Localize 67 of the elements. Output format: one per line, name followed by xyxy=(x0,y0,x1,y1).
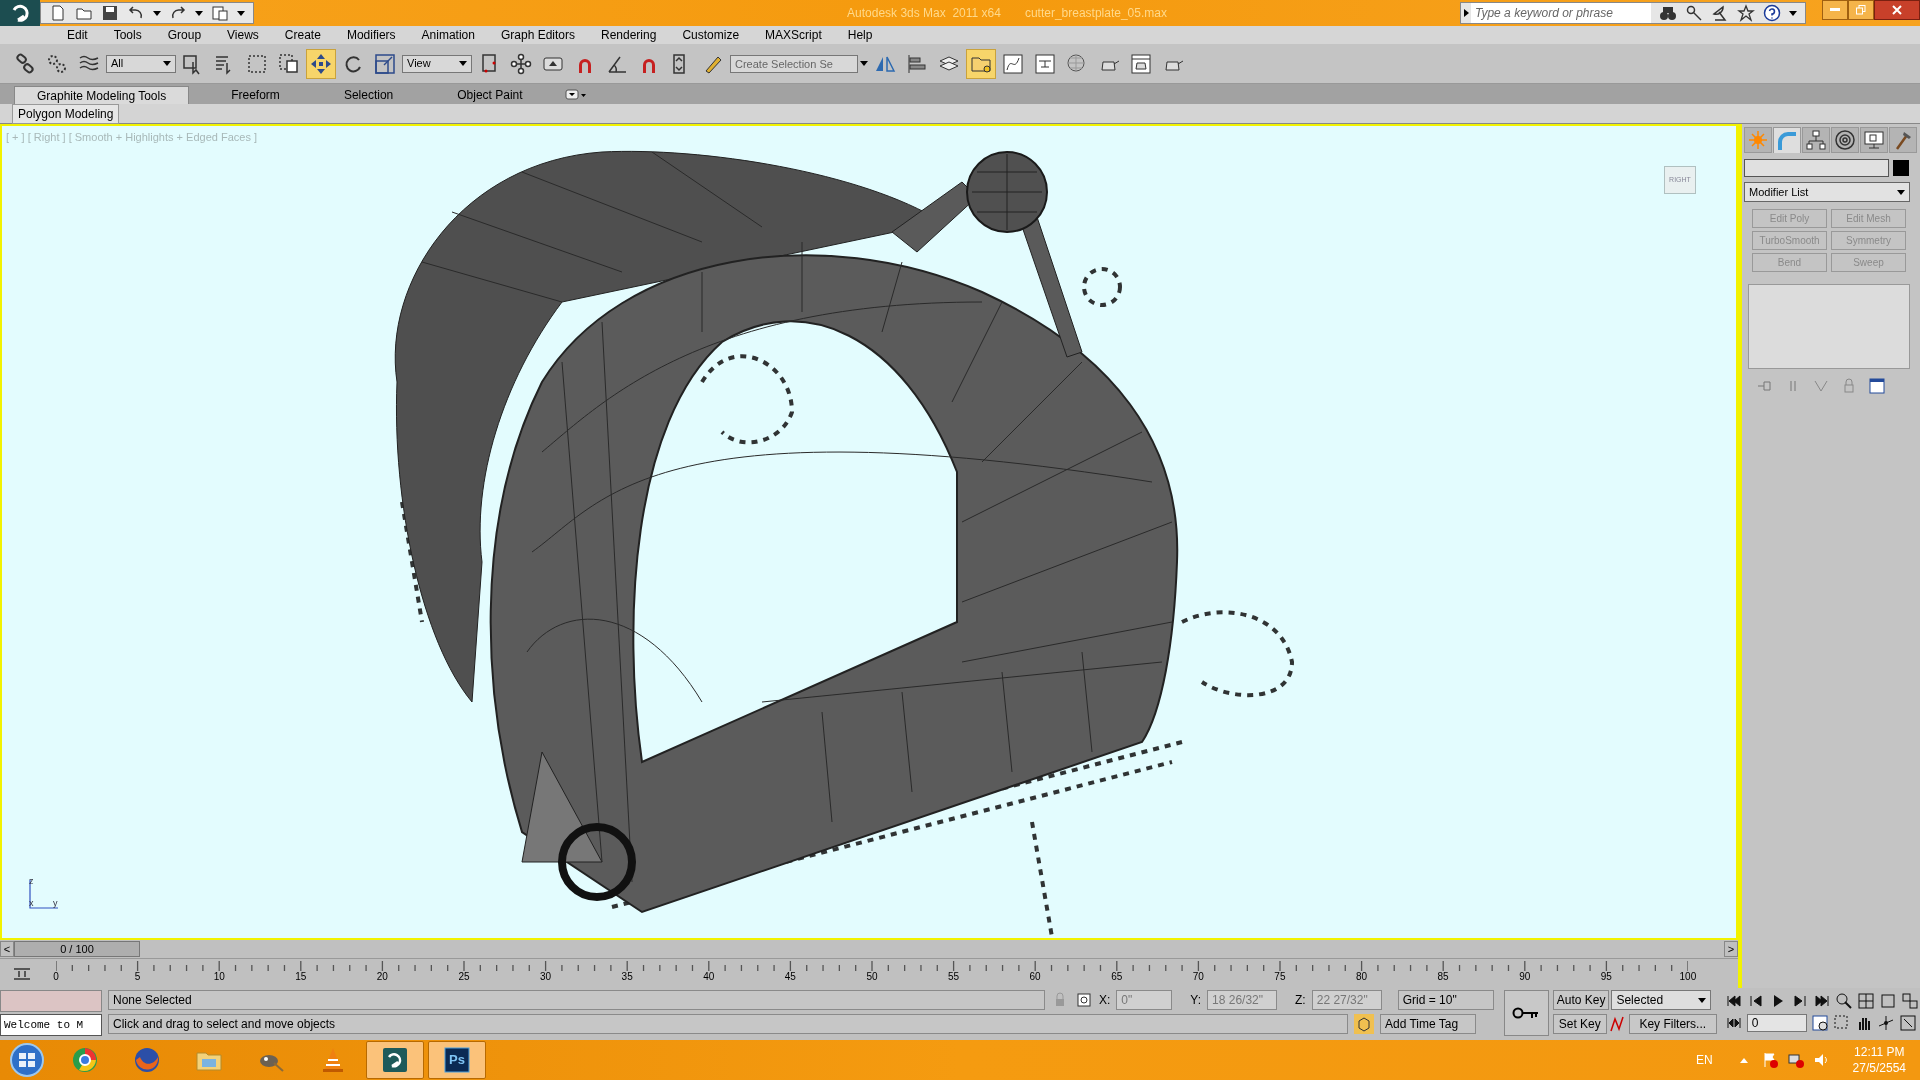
ribbon-panel-tab[interactable]: Polygon Modeling xyxy=(12,103,120,124)
frame-number: 15 xyxy=(295,971,307,983)
axis-label: z xyxy=(29,874,34,888)
menu-item[interactable]: MAXScript xyxy=(752,26,835,44)
frame-number: 70 xyxy=(1192,971,1204,983)
ribbon-tab[interactable]: Freeform xyxy=(209,86,302,104)
frame-number: 30 xyxy=(540,971,552,983)
axis-label: x xyxy=(29,896,34,910)
y-label: Y: xyxy=(1190,992,1202,1009)
named-selection-field[interactable]: Create Selection Se xyxy=(730,54,858,73)
frame-number: 95 xyxy=(1600,971,1612,983)
menu-item[interactable]: Views xyxy=(214,26,272,44)
frame-number: 65 xyxy=(1111,971,1123,983)
frame-number: 85 xyxy=(1437,971,1449,983)
menu-item[interactable]: Modifiers xyxy=(333,26,409,44)
app-logo-text: Ps xyxy=(449,1051,465,1070)
file-name: cutter_breastplate_05.max xyxy=(1024,5,1167,22)
menu-item[interactable]: Group xyxy=(154,26,215,44)
current-frame-field[interactable]: 0 xyxy=(1746,1014,1807,1032)
frame-number: 100 xyxy=(1679,971,1697,983)
frame-counter[interactable]: 0 / 100 xyxy=(14,941,140,957)
frame-number: 80 xyxy=(1355,971,1368,983)
track-bar[interactable]: 0 5 10 15 20 25 30 35 40 45 50 55 60 65 70 75 80 85 90 95 100 xyxy=(44,959,1738,988)
menu-item[interactable]: Create xyxy=(271,26,334,44)
previous-frame-button[interactable]: < xyxy=(0,941,14,957)
key-mode-dropdown[interactable]: Selected xyxy=(1611,990,1712,1010)
dropdown[interactable]: View xyxy=(402,54,472,73)
ribbon-tab[interactable]: Graphite Modeling Tools xyxy=(14,86,190,104)
set-key-mode-button[interactable]: Set Key xyxy=(1552,1014,1607,1034)
maxscript-field[interactable]: Welcome to M xyxy=(0,1014,102,1036)
ribbon-tab[interactable]: Object Paint xyxy=(435,86,545,104)
clock-date: 27/5/2554 xyxy=(1852,1060,1906,1076)
auto-key-button[interactable]: Auto Key xyxy=(1552,990,1610,1010)
frame-number: 10 xyxy=(213,971,225,983)
frame-number: 45 xyxy=(784,971,796,983)
z-label: Z: xyxy=(1295,992,1306,1009)
frame-number: 50 xyxy=(866,971,878,983)
frame-number: 90 xyxy=(1519,971,1531,983)
frame-number: 20 xyxy=(376,971,388,983)
frame-number: 5 xyxy=(134,971,141,983)
clock-time: 12:11 PM xyxy=(1854,1044,1905,1060)
frame-number: 0 xyxy=(53,971,59,983)
next-frame-button[interactable]: > xyxy=(1724,941,1738,957)
axis-label: y xyxy=(53,896,58,910)
key-filters-button[interactable]: Key Filters... xyxy=(1628,1014,1717,1034)
frame-number: 40 xyxy=(703,971,715,983)
add-time-tag[interactable]: Add Time Tag xyxy=(1380,1014,1476,1034)
frame-number: 25 xyxy=(458,971,470,983)
menu-item[interactable]: Graph Editors xyxy=(487,26,588,44)
modifier-list-dropdown[interactable]: Modifier List xyxy=(1744,182,1910,202)
grid-size[interactable]: Grid = 10" xyxy=(1397,990,1494,1010)
menu-item[interactable]: Animation xyxy=(408,26,488,44)
ribbon-tab[interactable]: Selection xyxy=(321,86,416,104)
menu-item[interactable]: Tools xyxy=(100,26,155,44)
menu-item[interactable]: Edit xyxy=(54,26,101,44)
frame-number: 60 xyxy=(1029,971,1041,983)
frame-number: 55 xyxy=(947,971,960,983)
frame-number: 35 xyxy=(621,971,633,983)
selection-status[interactable]: None Selected xyxy=(108,990,1045,1010)
frame-number: 75 xyxy=(1274,971,1286,983)
dropdown[interactable]: All xyxy=(106,54,176,73)
x-label: X: xyxy=(1099,992,1111,1009)
taskbar-button[interactable]: Ps xyxy=(428,1041,486,1079)
window-title: Autodesk 3ds Max 2011 x64 xyxy=(847,5,1001,22)
menu-item[interactable]: Help xyxy=(834,26,886,44)
menu-item[interactable]: Rendering xyxy=(588,26,670,44)
menu-item[interactable]: Customize xyxy=(669,26,753,44)
